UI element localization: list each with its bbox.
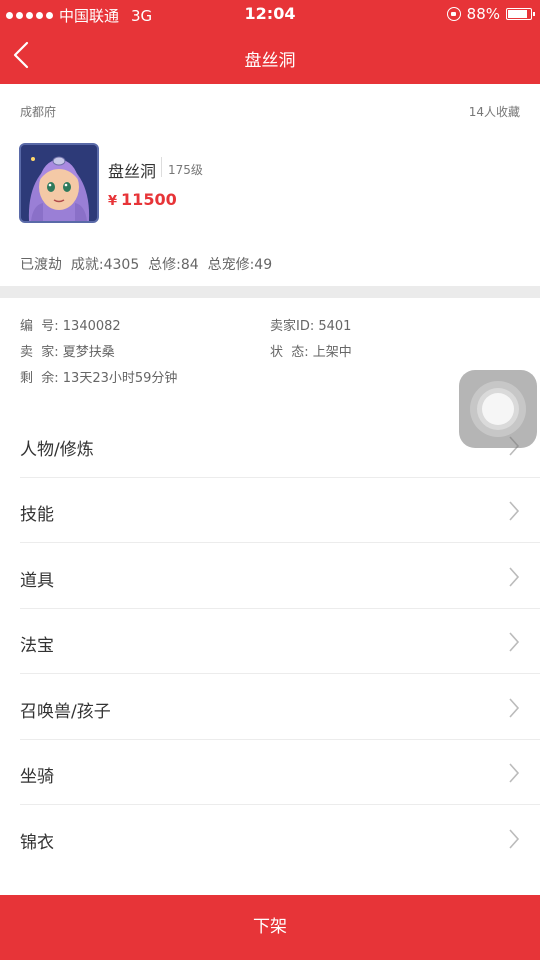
menu-item-label: 召唤兽/孩子 [20,702,111,722]
price: ¥11500 [108,190,177,209]
battery-icon [506,8,535,20]
role-stats: 已渡劫 成就:4305 总修:84 总宠修:49 [20,257,273,273]
orientation-lock-icon [446,7,461,21]
menu-item-label: 法宝 [20,636,54,656]
menu-item-mounts[interactable]: 坐骑 [20,740,540,805]
chevron-right-icon [509,829,520,849]
status-bar: 中国联通 3G 12:04 88% [0,0,540,28]
listing-card: 成都府 14人收藏 盘丝洞 175级 ¥11500 已渡劫 成就:4305 总修… [0,84,540,286]
character-portrait-icon [21,145,97,221]
assistive-touch-button[interactable] [459,370,537,448]
menu-item-treasures[interactable]: 法宝 [20,609,540,674]
level-divider [161,157,162,177]
menu-item-label: 技能 [20,505,54,525]
menu-item-items[interactable]: 道具 [20,544,540,609]
listing-status: 状 态: 上架中 [270,345,352,360]
menu-item-outfits[interactable]: 锦衣 [20,806,540,871]
menu-item-pets[interactable]: 召唤兽/孩子 [20,675,540,740]
menu-item-label: 坐骑 [20,767,54,787]
currency-symbol: ¥ [108,194,118,209]
server-label: 成都府 [20,105,57,119]
chevron-right-icon [509,698,520,718]
nav-bar: 盘丝洞 [0,28,540,84]
chevron-right-icon [509,763,520,783]
role-level: 175级 [168,163,203,177]
menu-item-label: 道具 [20,571,54,591]
status-right: 88% [446,5,535,23]
battery-percent: 88% [466,5,500,23]
seller-name: 卖 家: 夏梦扶桑 [20,345,115,360]
assistive-core [482,393,514,425]
section-divider [0,286,540,298]
role-name: 盘丝洞 [108,162,157,181]
chevron-right-icon [509,567,520,587]
menu-item-label: 锦衣 [20,833,54,853]
serial-number: 编 号: 1340082 [20,319,121,334]
delist-button[interactable]: 下架 [0,895,540,960]
seller-id: 卖家ID: 5401 [270,319,352,334]
menu-item-skills[interactable]: 技能 [20,478,540,543]
avatar [19,143,99,223]
chevron-right-icon [509,632,520,652]
price-value: 11500 [121,190,177,209]
page-title: 盘丝洞 [244,51,296,71]
remaining-time: 剩 余: 13天23小时59分钟 [20,371,178,386]
favorites-count: 14人收藏 [468,105,520,119]
menu-item-label: 人物/修炼 [20,440,94,460]
chevron-right-icon [509,501,520,521]
